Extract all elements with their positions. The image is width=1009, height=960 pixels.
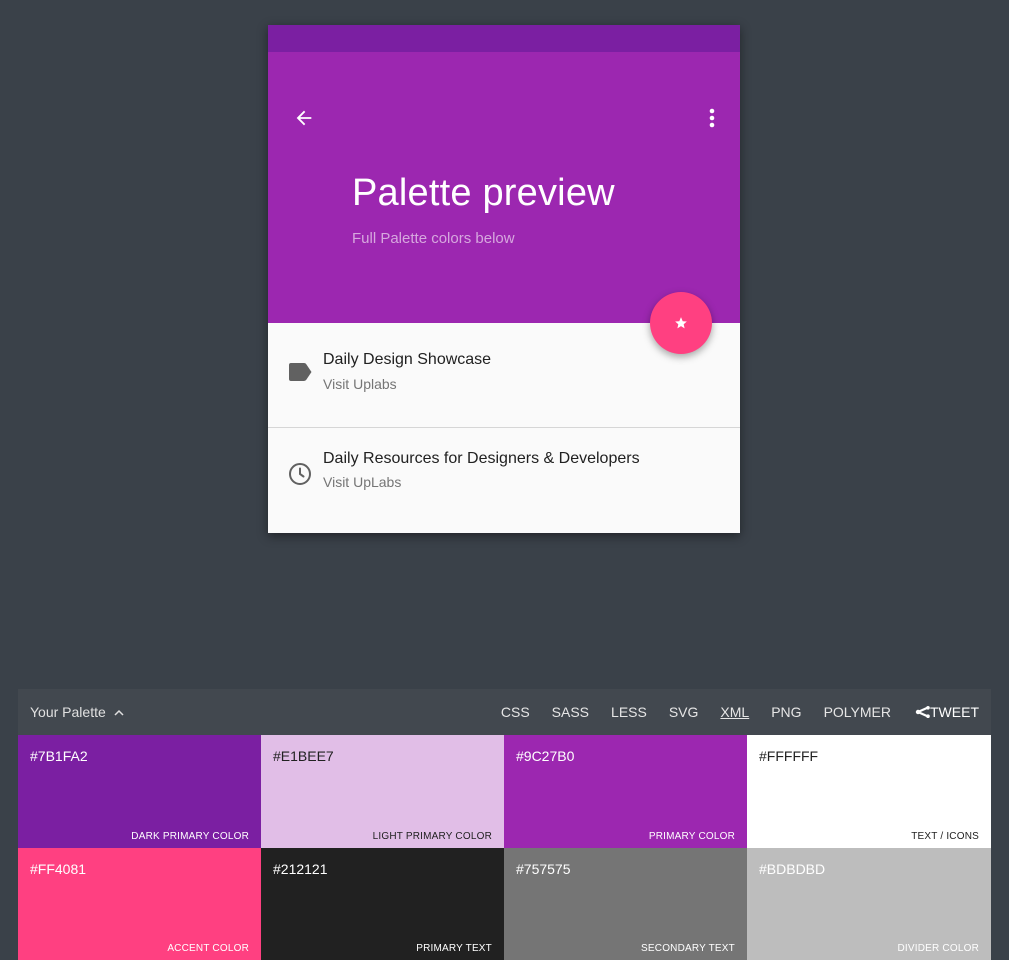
swatch-hex: #9C27B0 [516, 748, 575, 764]
chevron-up-icon [114, 709, 124, 716]
list-item-title: Daily Design Showcase [323, 351, 492, 368]
swatch-primary[interactable]: #9C27B0 PRIMARY COLOR [504, 735, 747, 848]
preview-subtitle: Full Palette colors below [352, 230, 515, 247]
swatch-hex: #7B1FA2 [30, 748, 88, 764]
export-polymer-link[interactable]: POLYMER [824, 704, 891, 720]
swatch-hex: #212121 [273, 861, 328, 877]
swatch-label: LIGHT PRIMARY COLOR [372, 831, 492, 842]
swatch-grid: #7B1FA2 DARK PRIMARY COLOR #E1BEE7 LIGHT… [18, 735, 991, 960]
list-item-daily-resources[interactable]: Daily Resources for Designers & Develope… [268, 427, 740, 532]
share-icon [915, 706, 930, 718]
swatch-label: PRIMARY TEXT [416, 943, 492, 954]
export-svg-link[interactable]: SVG [669, 704, 699, 720]
tweet-button[interactable]: TWEET [915, 704, 979, 720]
swatch-secondary-text[interactable]: #757575 SECONDARY TEXT [504, 848, 747, 960]
list-item-subtitle: Visit UpLabs [323, 474, 402, 490]
preview-title: Palette preview [352, 172, 615, 214]
swatch-light-primary[interactable]: #E1BEE7 LIGHT PRIMARY COLOR [261, 735, 504, 848]
swatch-label: TEXT / ICONS [911, 831, 979, 842]
swatch-hex: #E1BEE7 [273, 748, 334, 764]
app-bar: Palette preview Full Palette colors belo… [268, 52, 740, 323]
export-links: CSS SASS LESS SVG XML PNG POLYMER TWEET [479, 689, 979, 735]
export-css-link[interactable]: CSS [501, 704, 530, 720]
tweet-label: TWEET [930, 704, 979, 720]
swatch-label: ACCENT COLOR [167, 943, 249, 954]
star-icon [675, 317, 687, 329]
palette-toggle-label: Your Palette [30, 704, 106, 720]
palette-toolbar: Your Palette CSS SASS LESS SVG XML PNG P… [18, 689, 991, 735]
swatch-accent[interactable]: #FF4081 ACCENT COLOR [18, 848, 261, 960]
swatch-label: SECONDARY TEXT [641, 943, 735, 954]
export-sass-link[interactable]: SASS [552, 704, 589, 720]
swatch-label: DIVIDER COLOR [897, 943, 979, 954]
list-item-title: Daily Resources for Designers & Develope… [323, 450, 640, 467]
more-options-button[interactable] [702, 104, 722, 132]
more-vert-icon [709, 108, 715, 128]
palette-preview-card: Palette preview Full Palette colors belo… [268, 25, 740, 533]
export-less-link[interactable]: LESS [611, 704, 647, 720]
swatch-dark-primary[interactable]: #7B1FA2 DARK PRIMARY COLOR [18, 735, 261, 848]
status-bar [268, 25, 740, 52]
swatch-hex: #FFFFFF [759, 748, 819, 764]
swatch-hex: #BDBDBD [759, 861, 826, 877]
palette-panel: Your Palette CSS SASS LESS SVG XML PNG P… [18, 689, 991, 960]
label-icon [287, 359, 313, 385]
favorite-fab-button[interactable] [650, 292, 712, 354]
palette-toggle-button[interactable]: Your Palette [30, 689, 124, 735]
arrow-left-icon [296, 110, 312, 126]
export-png-link[interactable]: PNG [771, 704, 801, 720]
clock-icon [287, 461, 313, 487]
export-xml-link[interactable]: XML [720, 704, 749, 720]
swatch-divider[interactable]: #BDBDBD DIVIDER COLOR [747, 848, 991, 960]
swatch-primary-text[interactable]: #212121 PRIMARY TEXT [261, 848, 504, 960]
back-button[interactable] [290, 104, 318, 132]
swatch-label: DARK PRIMARY COLOR [131, 831, 249, 842]
swatch-hex: #757575 [516, 861, 571, 877]
swatch-text-icons[interactable]: #FFFFFF TEXT / ICONS [747, 735, 991, 848]
swatch-label: PRIMARY COLOR [648, 831, 735, 842]
list-item-subtitle: Visit Uplabs [323, 376, 397, 392]
swatch-hex: #FF4081 [30, 861, 87, 877]
